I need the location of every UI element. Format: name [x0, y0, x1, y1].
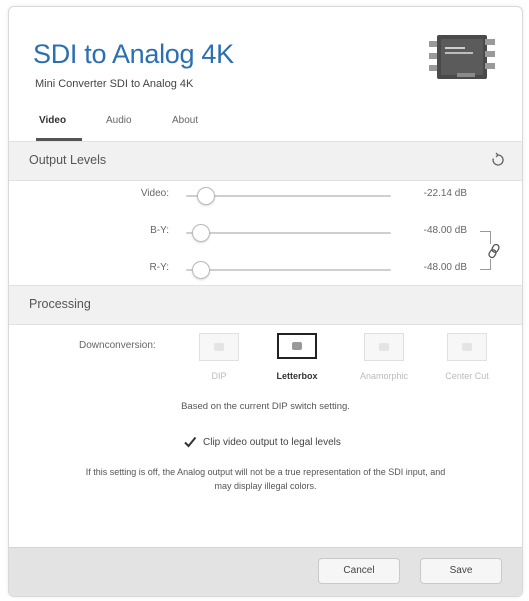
ry-level-label: R-Y:: [149, 262, 169, 273]
by-level-thumb[interactable]: [192, 224, 210, 242]
anamorphic-option-label: Anamorphic: [359, 371, 409, 381]
settings-window: SDI to Analog 4K Mini Converter SDI to A…: [8, 6, 523, 597]
dip-thumbnail: [199, 333, 239, 361]
video-level-track[interactable]: [186, 195, 391, 197]
page-title: SDI to Analog 4K: [33, 39, 234, 69]
mini-converter-device-icon: [429, 35, 495, 79]
dialog-footer: Cancel Save: [9, 547, 522, 596]
by-level-label: B-Y:: [150, 225, 169, 236]
clip-legal-levels-checkbox[interactable]: [183, 435, 197, 449]
center-cut-option-label: Center Cut: [445, 371, 489, 381]
reset-icon[interactable]: [490, 152, 506, 168]
video-level-thumb[interactable]: [197, 187, 215, 205]
dip-switch-note: Based on the current DIP switch setting.: [181, 401, 350, 412]
output-levels-title: Output Levels: [29, 153, 107, 167]
tab-audio[interactable]: Audio: [106, 115, 132, 126]
processing-title: Processing: [29, 297, 91, 311]
anamorphic-thumbnail: [364, 333, 404, 361]
by-level-track[interactable]: [186, 232, 391, 234]
tab-about[interactable]: About: [172, 115, 198, 126]
letterbox-option-label: Letterbox: [276, 371, 318, 381]
downconversion-center-cut-option[interactable]: [447, 333, 487, 361]
downconversion-label: Downconversion:: [79, 340, 156, 351]
cancel-button[interactable]: Cancel: [318, 558, 400, 584]
tab-video[interactable]: Video: [39, 115, 66, 126]
video-level-value: -22.14 dB: [423, 188, 467, 199]
ry-level-value: -48.00 dB: [423, 262, 467, 273]
downconversion-letterbox-option[interactable]: [277, 333, 317, 361]
processing-header: Processing: [9, 285, 522, 325]
ry-level-track[interactable]: [186, 269, 391, 271]
video-level-label: Video:: [140, 188, 169, 199]
by-level-value: -48.00 dB: [423, 225, 467, 236]
clip-warning-line-2: may display illegal colors.: [214, 481, 317, 491]
page-subtitle: Mini Converter SDI to Analog 4K: [35, 78, 194, 90]
clip-legal-levels-label[interactable]: Clip video output to legal levels: [203, 437, 341, 448]
output-levels-header: Output Levels: [9, 141, 522, 181]
tab-bar: Video Audio About: [9, 115, 522, 141]
link-icon[interactable]: [487, 243, 501, 259]
downconversion-anamorphic-option[interactable]: [364, 333, 404, 361]
dip-option-label: DIP: [211, 371, 227, 381]
downconversion-dip-option[interactable]: [199, 333, 239, 361]
center-cut-thumbnail: [447, 333, 487, 361]
letterbox-thumbnail: [277, 333, 317, 359]
link-bracket-bottom: [480, 259, 491, 270]
save-button[interactable]: Save: [420, 558, 502, 584]
clip-warning-line-1: If this setting is off, the Analog outpu…: [85, 467, 446, 477]
ry-level-thumb[interactable]: [192, 261, 210, 279]
